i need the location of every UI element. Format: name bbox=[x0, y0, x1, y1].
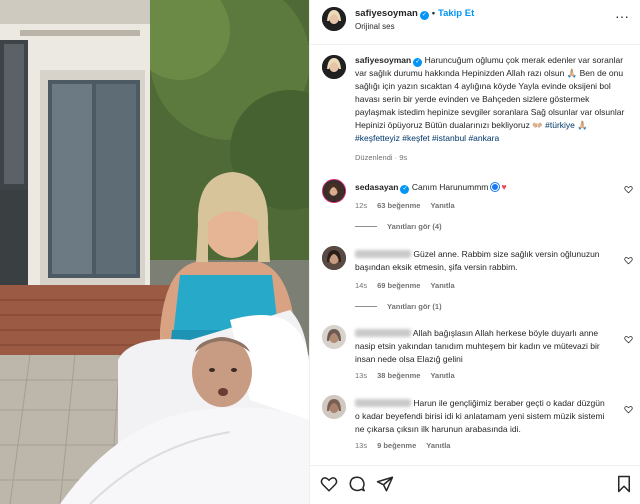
comment-avatar[interactable] bbox=[322, 179, 346, 203]
comment-time: 13s bbox=[355, 371, 368, 380]
more-icon[interactable]: ··· bbox=[615, 9, 629, 23]
comment-body: Canım Harunummm bbox=[411, 182, 489, 192]
caption-meta: Düzenlendi · 9s bbox=[355, 153, 408, 162]
comment-text: Allah bağışlasın Allah herkese böyle duy… bbox=[355, 327, 610, 366]
post-media[interactable] bbox=[0, 0, 309, 504]
post-panel: safiyesoyman ✓ • Takip Et Orijinal ses ··· … bbox=[309, 0, 640, 504]
view-replies-label[interactable]: Yanıtları gör (4) bbox=[387, 222, 442, 231]
comment-meta: 12s 63 beğenme Yanıtla bbox=[355, 201, 465, 210]
separator-dot: • bbox=[431, 8, 435, 18]
hashtag[interactable]: #ankara bbox=[468, 133, 499, 143]
video-frame bbox=[0, 0, 309, 504]
comment-icon[interactable] bbox=[348, 475, 366, 493]
verified-icon: ✓ bbox=[419, 11, 429, 20]
hashtag[interactable]: #türkiye bbox=[545, 120, 575, 130]
comment-likes[interactable]: 9 beğenme bbox=[377, 441, 416, 450]
verified-icon: ✓ bbox=[413, 58, 423, 67]
view-replies[interactable]: Yanıtları gör (1) bbox=[355, 302, 442, 311]
comment-meta: 13s 38 beğenme Yanıtla bbox=[355, 371, 465, 380]
view-replies[interactable]: Yanıtları gör (4) bbox=[355, 222, 442, 231]
avatar[interactable] bbox=[322, 7, 346, 31]
comment-time: 12s bbox=[355, 201, 368, 210]
blurred-username[interactable] bbox=[355, 250, 411, 258]
comment-meta: 14s 69 beğenme Yanıtla bbox=[355, 281, 465, 290]
like-heart-icon[interactable] bbox=[624, 335, 633, 344]
comment-text: Harun ile gençliğimiz beraber geçti o ka… bbox=[355, 397, 610, 436]
post-header: safiyesoyman ✓ • Takip Et Orijinal ses ··· bbox=[310, 0, 640, 45]
view-replies-label[interactable]: Yanıtları gör (1) bbox=[387, 302, 442, 311]
caption-username[interactable]: safiyesoyman bbox=[355, 55, 411, 65]
header-username[interactable]: safiyesoyman bbox=[355, 8, 418, 19]
avatar-image bbox=[322, 55, 346, 79]
heart-icon[interactable] bbox=[320, 475, 338, 493]
bookmark-icon[interactable] bbox=[615, 475, 633, 493]
avatar-image bbox=[322, 7, 346, 31]
blue-circle-emoji-icon bbox=[491, 183, 500, 191]
replies-line bbox=[355, 226, 377, 227]
avatar-image bbox=[322, 325, 346, 349]
comment-text: sedasayan ✓ Canım Harunummm ♥ bbox=[355, 181, 610, 194]
caption-body: Haruncuğum oğlumu çok merak edenler var … bbox=[355, 55, 625, 130]
header-username-row: safiyesoyman ✓ • Takip Et bbox=[355, 8, 474, 20]
blurred-username[interactable] bbox=[355, 399, 411, 407]
replies-line bbox=[355, 306, 377, 307]
comment-avatar[interactable] bbox=[322, 246, 346, 270]
hashtag[interactable]: #istanbul bbox=[432, 133, 466, 143]
action-bar bbox=[310, 465, 640, 504]
like-heart-icon[interactable] bbox=[624, 405, 633, 414]
reply-button[interactable]: Yanıtla bbox=[426, 441, 450, 450]
comments-scroll[interactable]: safiyesoyman ✓ Haruncuğum oğlumu çok mera… bbox=[310, 45, 640, 465]
hashtag[interactable]: #keşfet bbox=[402, 133, 429, 143]
reply-button[interactable]: Yanıtla bbox=[430, 281, 454, 290]
comment-avatar[interactable] bbox=[322, 325, 346, 349]
comment-meta: 13s 9 beğenme Yanıtla bbox=[355, 441, 460, 450]
like-heart-icon[interactable] bbox=[624, 185, 633, 194]
comment-time: 13s bbox=[355, 441, 368, 450]
like-heart-icon[interactable] bbox=[624, 256, 633, 265]
red-heart-emoji-icon: ♥ bbox=[501, 182, 507, 192]
caption-text: safiyesoyman ✓ Haruncuğum oğlumu çok mera… bbox=[355, 54, 625, 145]
blurred-username[interactable] bbox=[355, 329, 411, 337]
avatar-image bbox=[322, 246, 346, 270]
comment-likes[interactable]: 63 beğenme bbox=[377, 201, 420, 210]
hashtag[interactable]: #keşfetteyiz bbox=[355, 133, 400, 143]
caption-avatar[interactable] bbox=[322, 55, 346, 79]
hashtag-separator: 🙏🏼 bbox=[577, 120, 588, 130]
follow-button[interactable]: Takip Et bbox=[438, 8, 474, 19]
share-icon[interactable] bbox=[376, 475, 394, 493]
reply-button[interactable]: Yanıtla bbox=[430, 201, 454, 210]
reply-button[interactable]: Yanıtla bbox=[430, 371, 454, 380]
comment-time: 14s bbox=[355, 281, 368, 290]
comment-username[interactable]: sedasayan bbox=[355, 182, 398, 192]
audio-label[interactable]: Orijinal ses bbox=[355, 22, 395, 31]
comment-text: Güzel anne. Rabbim size sağlık versin oğ… bbox=[355, 248, 610, 274]
avatar-image bbox=[322, 395, 346, 419]
comment-likes[interactable]: 38 beğenme bbox=[377, 371, 420, 380]
comment-avatar[interactable] bbox=[322, 395, 346, 419]
verified-icon: ✓ bbox=[400, 185, 410, 194]
comment-likes[interactable]: 69 beğenme bbox=[377, 281, 420, 290]
avatar-image bbox=[323, 180, 344, 201]
